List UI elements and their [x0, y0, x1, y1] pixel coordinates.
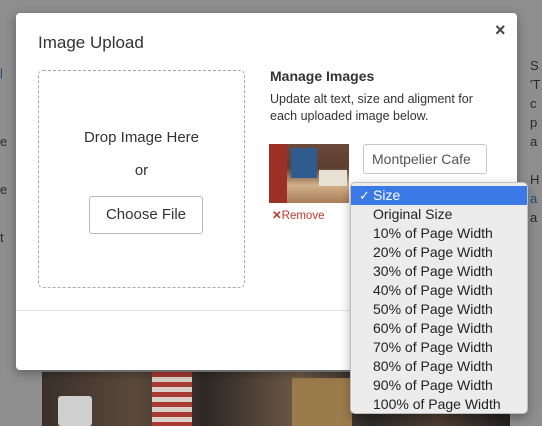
size-option[interactable]: Original Size: [351, 205, 527, 224]
remove-image-link[interactable]: ✕Remove: [272, 208, 324, 222]
close-button[interactable]: ×: [495, 20, 506, 41]
size-option[interactable]: 100% of Page Width: [351, 395, 527, 414]
size-dropdown-menu[interactable]: ✓ Size Original Size 10% of Page Width 2…: [350, 182, 528, 414]
background-left-text: e: [0, 182, 8, 197]
uploaded-image-thumbnail: [269, 144, 349, 203]
manage-images-description: Update alt text, size and aligment for e…: [270, 92, 473, 123]
drop-image-text: Drop Image Here: [83, 129, 200, 146]
size-option[interactable]: 50% of Page Width: [351, 300, 527, 319]
drop-zone[interactable]: Drop Image Here or Choose File: [38, 70, 245, 288]
size-option-selected[interactable]: ✓ Size: [351, 186, 527, 205]
size-option[interactable]: 80% of Page Width: [351, 357, 527, 376]
size-option[interactable]: 40% of Page Width: [351, 281, 527, 300]
thumbnail-detail: [319, 170, 347, 186]
thumbnail-detail: [291, 148, 317, 178]
manage-images-title: Manage Images: [270, 68, 375, 84]
background-left-text: t: [0, 230, 4, 245]
checkmark-icon: ✓: [359, 188, 370, 203]
background-photo-clock: [58, 396, 92, 426]
size-option[interactable]: 60% of Page Width: [351, 319, 527, 338]
or-text: or: [134, 162, 149, 179]
choose-file-button[interactable]: Choose File: [89, 196, 203, 234]
remove-label: Remove: [281, 210, 325, 222]
size-option[interactable]: 30% of Page Width: [351, 262, 527, 281]
background-right-text: S 'T c p a H a a: [530, 58, 541, 225]
thumbnail-detail: [269, 144, 287, 203]
alt-text-input[interactable]: [363, 144, 487, 174]
size-option[interactable]: 20% of Page Width: [351, 243, 527, 262]
background-left-link: l: [0, 66, 3, 81]
background-photo-sign: [292, 378, 352, 426]
size-option[interactable]: 10% of Page Width: [351, 224, 527, 243]
size-option[interactable]: 70% of Page Width: [351, 338, 527, 357]
size-option[interactable]: 90% of Page Width: [351, 376, 527, 395]
background-left-text: e: [0, 134, 8, 149]
remove-x-icon: ✕: [272, 210, 282, 222]
background-photo-flag: [152, 372, 192, 426]
size-option-label: Size: [373, 187, 401, 203]
modal-title: Image Upload: [38, 33, 144, 52]
